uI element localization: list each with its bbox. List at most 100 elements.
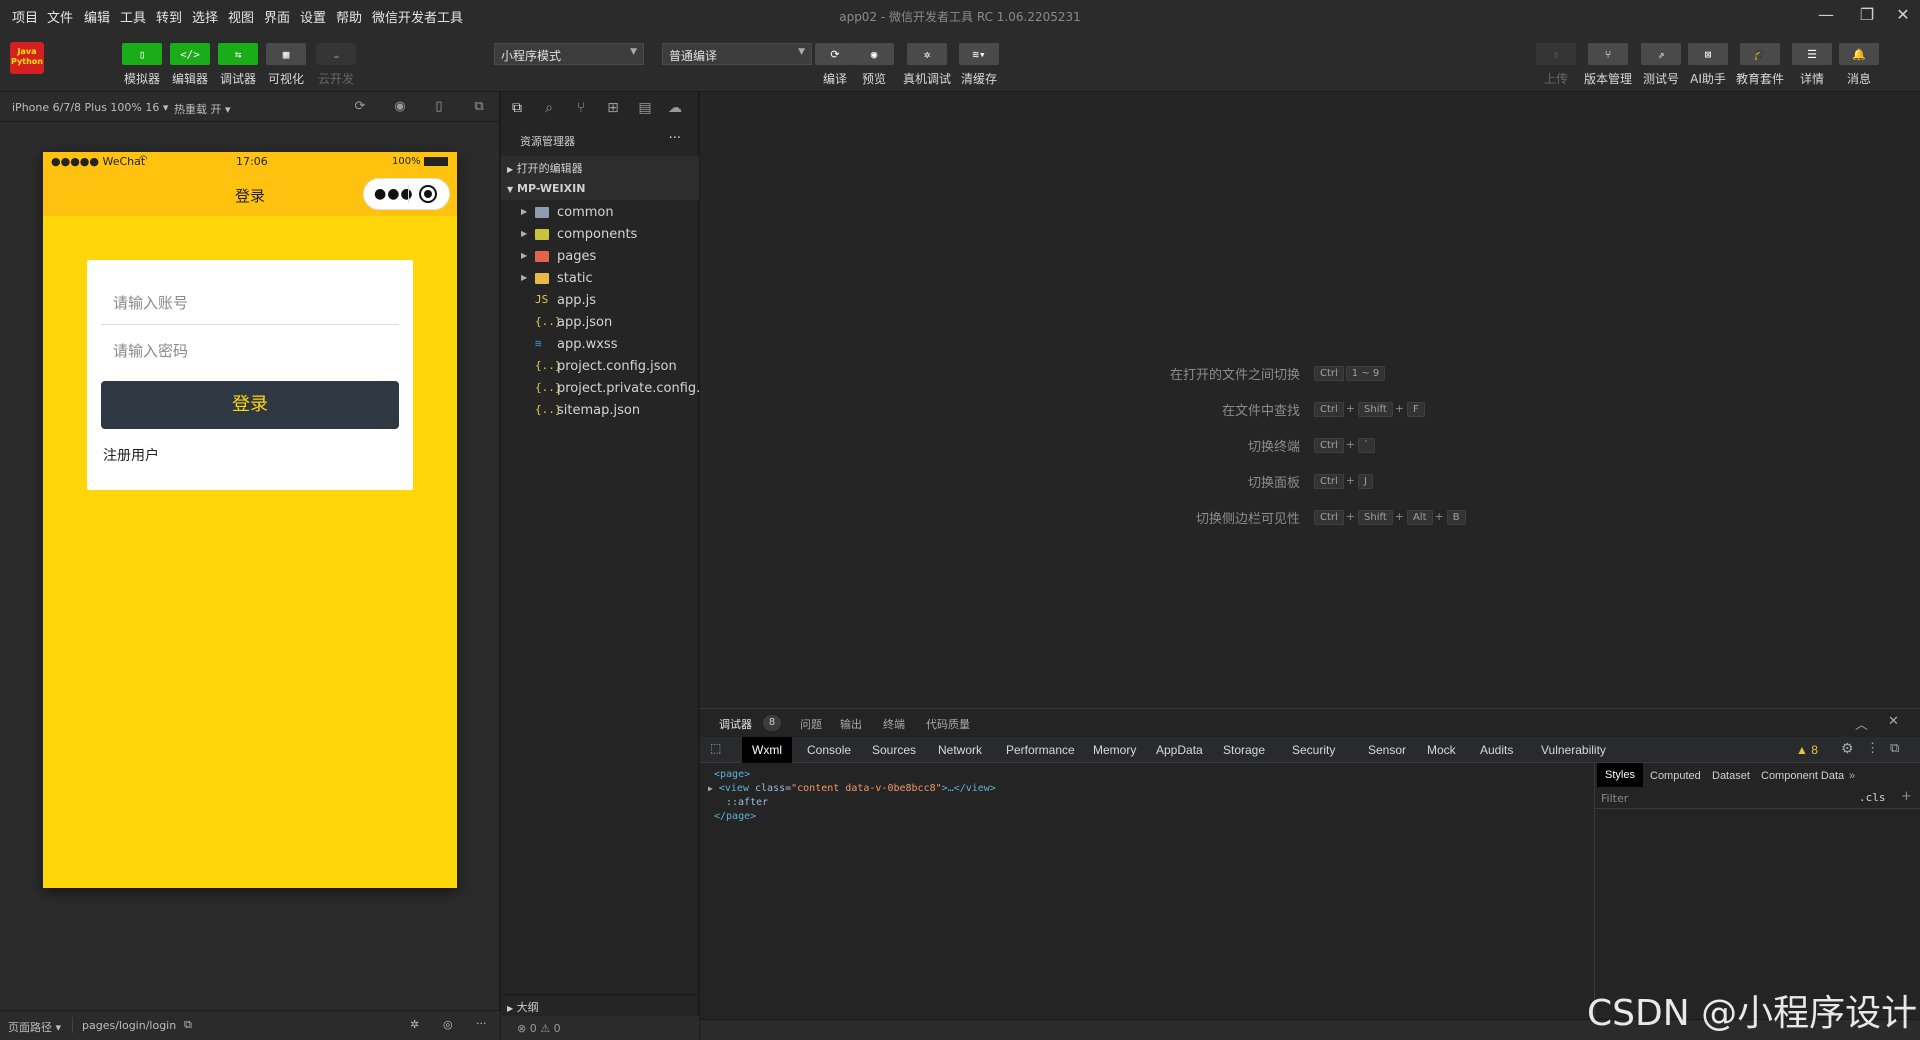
folder-pages[interactable]: ▶ pages [501,246,699,268]
close-icon[interactable]: ✕ [1888,714,1899,729]
popout-icon[interactable]: ⧉ [472,100,486,114]
toolbar-button-right_buttons-3[interactable]: ⊠ [1688,43,1728,65]
minimize-icon[interactable]: — [1811,4,1841,26]
tab-dataset[interactable]: Dataset [1712,770,1750,782]
page-open-tag[interactable]: <page> [714,769,750,780]
view-node[interactable]: ▶ <view class="content data-v-0be8bcc8">… [708,783,996,794]
login-button[interactable]: 登录 [101,381,399,429]
file-item[interactable]: {..} app.json [501,312,699,334]
file-item[interactable]: {..} project.config.json [501,356,699,378]
toolbar-button-center_buttons-0[interactable]: ⟳ [815,43,855,65]
devtools-tab-wxml[interactable]: Wxml [742,737,792,763]
caret-right-icon[interactable]: ▶ [708,784,713,793]
open-editors-section[interactable]: ▶ 打开的编辑器 [501,156,699,178]
outline-section[interactable]: ▶ 大纲 [501,994,699,1016]
devtools-tab-audits[interactable]: Audits [1480,743,1513,757]
warning-count[interactable]: ▲ 8 [1796,743,1818,757]
tab-debugger[interactable]: 调试器 [719,716,752,732]
search-icon[interactable]: ⌕ [541,100,557,116]
extensions-icon[interactable]: ⊞ [605,100,621,116]
password-input[interactable]: 请输入密码 [101,327,399,373]
file-item[interactable]: {..} sitemap.json [501,400,699,422]
close-icon[interactable]: ✕ [1888,4,1918,26]
rotate-icon[interactable]: ⟳ [353,100,367,114]
more-icon[interactable]: ··· [476,1017,487,1030]
folder-common[interactable]: ▶ common [501,202,699,224]
folder-static[interactable]: ▶ static [501,268,699,290]
tab-code-quality[interactable]: 代码质量 [926,716,970,732]
tab-computed[interactable]: Computed [1650,770,1701,782]
toolbar-button-center_buttons-1[interactable]: ◉ [854,43,894,65]
devtools-tab-security[interactable]: Security [1292,743,1335,757]
toolbar-button-right_buttons-4[interactable]: 🎓 [1740,43,1780,65]
copy-icon[interactable]: ⧉ [184,1018,192,1032]
devtools-tab-sensor[interactable]: Sensor [1368,743,1406,757]
more-icon[interactable]: ··· [669,131,681,146]
devtools-tab-storage[interactable]: Storage [1223,743,1265,757]
file-type-icon: JS [535,293,549,306]
problems-status[interactable]: ⊗ 0 ⚠ 0 [501,1016,699,1040]
compile-select[interactable]: 普通编译 ▼ [662,43,812,65]
devtools-tab-appdata[interactable]: AppData [1156,743,1203,757]
file-item[interactable]: {..}project.private.config.js... [501,378,699,400]
filter-input[interactable]: Filter [1601,792,1628,805]
file-item[interactable]: ≋ app.wxss [501,334,699,356]
toolbar-button-left_buttons-1[interactable]: </> [170,43,210,65]
file-item[interactable]: JS app.js [501,290,699,312]
key-cap: Ctrl [1314,510,1344,525]
gear-icon[interactable]: ⚙ [1841,740,1854,757]
devtools-tab-console[interactable]: Console [807,743,851,757]
toolbar-button-left_buttons-2[interactable]: ⇆ [218,43,258,65]
chevron-up-icon[interactable]: ︿ [1855,714,1868,733]
maximize-icon[interactable]: ❐ [1852,4,1882,26]
device-select[interactable]: iPhone 6/7/8 Plus 100% 16 ▾ [12,101,168,114]
tab-output[interactable]: 输出 [840,716,862,732]
devtools-tab-memory[interactable]: Memory [1093,743,1136,757]
inspect-icon[interactable]: ⬚ [710,741,721,755]
mode-select[interactable]: 小程序模式 ▼ [494,43,644,65]
toolbar-button-right_buttons-1[interactable]: ⑂ [1588,43,1628,65]
toolbar-button-right_buttons-5[interactable]: ☰ [1792,43,1832,65]
devtools-tab-mock[interactable]: Mock [1427,743,1456,757]
tab-component-data[interactable]: Component Data [1761,770,1844,782]
layout-icon[interactable]: ▤ [637,100,653,116]
tab-problems[interactable]: 问题 [800,716,822,732]
tab-styles[interactable]: Styles [1597,763,1643,787]
toolbar-button-right_buttons-6[interactable]: 🔔 [1839,43,1879,65]
close-mini-icon[interactable] [419,185,437,203]
register-link[interactable]: 注册用户 [103,445,159,465]
devtools-tab-sources[interactable]: Sources [872,743,916,757]
kebab-icon[interactable]: ⋮ [1866,740,1879,756]
file-type-icon: {..} [535,359,562,372]
devtools-tab-network[interactable]: Network [938,743,982,757]
toolbar-button-left_buttons-0[interactable]: ▯ [122,43,162,65]
record-icon[interactable]: ◉ [393,100,407,114]
chevron-double-right-icon[interactable]: » [1849,770,1855,782]
toolbar-button-center_buttons-2[interactable]: ✲ [907,43,947,65]
page-path-label[interactable]: 页面路径 ▾ [8,1019,61,1035]
toolbar-button-left_buttons-3[interactable]: ▦ [266,43,306,65]
dock-icon[interactable]: ⧉ [1890,740,1899,756]
toolbar-button-center_buttons-3[interactable]: ≋▾ [959,43,999,65]
cls-button[interactable]: .cls [1859,791,1886,804]
folder-components[interactable]: ▶ components [501,224,699,246]
devtools-tab-performance[interactable]: Performance [1006,743,1075,757]
devtools-tab-vulnerability[interactable]: Vulnerability [1541,743,1606,757]
add-rule-button[interactable]: + [1901,789,1912,804]
toolbar-button-right_buttons-0[interactable]: ⇧ [1536,43,1576,65]
docker-icon[interactable]: ☁ [667,100,683,116]
bug-icon[interactable]: ✲ [410,1018,419,1031]
phone-icon[interactable]: ▯ [432,100,446,114]
source-control-icon[interactable]: ⑂ [573,100,589,116]
account-input[interactable]: 请输入账号 [101,279,399,325]
toolbar-button-left_buttons-4[interactable]: ☁ [316,43,356,65]
hot-reload-toggle[interactable]: 热重载 开 ▾ [174,101,231,117]
files-icon[interactable]: ⧉ [509,100,525,116]
tab-terminal[interactable]: 终端 [883,716,905,732]
page-close-tag[interactable]: </page> [714,811,756,822]
toolbar-button-right_buttons-2[interactable]: ⇗ [1641,43,1681,65]
capsule-menu[interactable]: ●●● [363,178,450,210]
after-pseudo[interactable]: ::after [726,797,768,808]
eye-icon[interactable]: ◎ [443,1018,453,1031]
project-section[interactable]: ▼ MP-WEIXIN [501,178,699,200]
